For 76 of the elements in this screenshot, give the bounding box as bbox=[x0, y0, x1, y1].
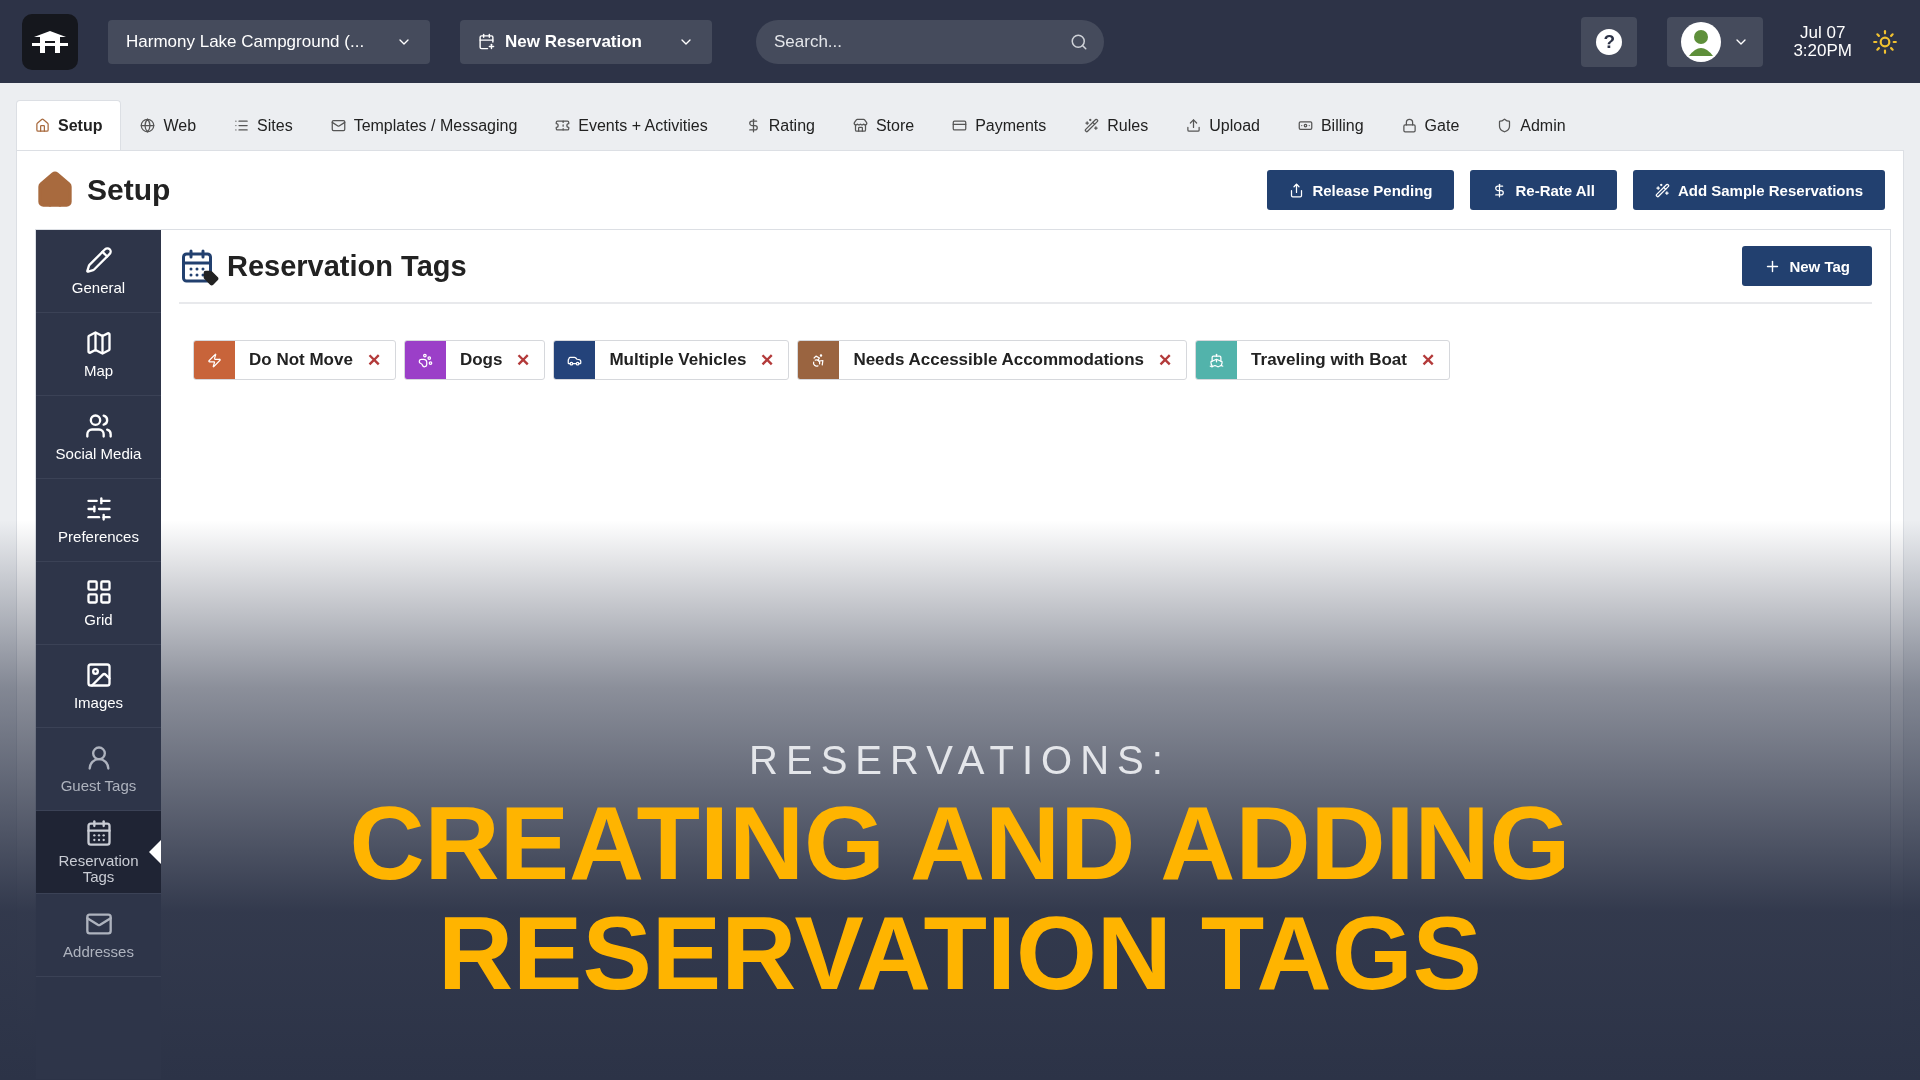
tab[interactable]: Rules bbox=[1065, 100, 1168, 150]
remove-button[interactable]: ✕ bbox=[760, 349, 789, 371]
new-tag-button[interactable]: New Tag bbox=[1742, 246, 1872, 286]
date-time: Jul 07 3:20PM bbox=[1793, 23, 1852, 60]
map-icon bbox=[84, 329, 113, 357]
grid-icon bbox=[84, 578, 113, 606]
tab[interactable]: Rating bbox=[726, 100, 834, 150]
calendar-plus-icon bbox=[478, 33, 495, 50]
remove-button[interactable]: ✕ bbox=[1420, 349, 1449, 371]
action-button[interactable]: Release Pending bbox=[1267, 170, 1455, 210]
title-line: RESERVATION TAGS bbox=[438, 903, 1482, 1003]
tab[interactable]: Web bbox=[121, 100, 216, 150]
store-icon bbox=[852, 118, 868, 133]
tab[interactable]: Templates / Messaging bbox=[311, 100, 537, 150]
wand-icon bbox=[1654, 182, 1670, 198]
sidebar-item[interactable]: Preferences bbox=[36, 479, 161, 562]
access-icon bbox=[811, 352, 827, 368]
pencil-icon bbox=[84, 246, 113, 274]
action-button[interactable]: Add Sample Reservations bbox=[1632, 170, 1885, 210]
selection-pointer bbox=[149, 840, 161, 864]
campground-select[interactable]: Harmony Lake Campground (... bbox=[108, 19, 430, 64]
sun-icon[interactable] bbox=[1872, 28, 1898, 55]
avatar-icon bbox=[1681, 21, 1722, 62]
tag-label: Dogs bbox=[458, 350, 504, 370]
remove-button[interactable]: ✕ bbox=[1158, 349, 1187, 371]
logo[interactable] bbox=[22, 13, 78, 70]
tab[interactable]: Payments bbox=[933, 100, 1066, 150]
ticket-icon bbox=[555, 118, 571, 133]
tab[interactable]: Billing bbox=[1278, 100, 1383, 150]
sidebar-item[interactable]: Reservation Tags bbox=[36, 811, 161, 894]
list-icon bbox=[234, 118, 250, 133]
tab[interactable]: Sites bbox=[215, 100, 312, 150]
tab[interactable]: Events + Activities bbox=[536, 100, 727, 150]
tab[interactable]: Setup bbox=[16, 100, 122, 150]
paw-icon bbox=[417, 352, 433, 368]
help-button[interactable]: ? bbox=[1581, 16, 1638, 67]
bolt-icon bbox=[207, 352, 222, 368]
mail-icon bbox=[330, 118, 346, 133]
tab[interactable]: Upload bbox=[1167, 100, 1279, 150]
tag-label: Do Not Move bbox=[248, 350, 354, 370]
panel-title: Reservation Tags bbox=[227, 249, 468, 283]
action-button[interactable]: Re-Rate All bbox=[1470, 170, 1617, 210]
subtitle: RESERVATIONS: bbox=[749, 738, 1171, 783]
lock-icon bbox=[1401, 118, 1417, 133]
sliders-icon bbox=[84, 495, 113, 523]
bill-icon bbox=[1297, 118, 1313, 133]
sidebar-item[interactable]: Addresses bbox=[36, 894, 161, 977]
ship-icon bbox=[1209, 352, 1225, 368]
sidebar-item[interactable]: Grid bbox=[36, 562, 161, 645]
image-icon bbox=[84, 661, 113, 689]
sidebar-item[interactable]: Images bbox=[36, 645, 161, 728]
shield-icon bbox=[1497, 118, 1513, 133]
new-reservation-button[interactable]: New Reservation bbox=[460, 19, 712, 64]
tag-label: Multiple Vehicles bbox=[608, 350, 748, 370]
wand-icon bbox=[1084, 118, 1100, 133]
upload-icon bbox=[1186, 118, 1202, 133]
search-icon bbox=[1070, 32, 1088, 51]
title-line: CREATING AND ADDING bbox=[349, 793, 1571, 893]
tag-label: Traveling with Boat bbox=[1250, 350, 1408, 370]
remove-button[interactable]: ✕ bbox=[516, 349, 545, 371]
tab[interactable]: Gate bbox=[1382, 100, 1479, 150]
search-field[interactable]: Search... bbox=[756, 19, 1104, 64]
page-title: Setup bbox=[87, 173, 172, 207]
remove-button[interactable]: ✕ bbox=[366, 349, 395, 371]
share-icon bbox=[1289, 182, 1305, 198]
users-icon bbox=[84, 412, 113, 440]
sidebar-item[interactable]: General bbox=[36, 230, 161, 313]
sidebar-item[interactable]: Map bbox=[36, 313, 161, 396]
globe-icon bbox=[140, 118, 156, 133]
user-menu-button[interactable] bbox=[1667, 16, 1764, 67]
tab[interactable]: Store bbox=[833, 100, 934, 150]
tab[interactable]: Admin bbox=[1478, 100, 1585, 150]
help-text: ? bbox=[1596, 28, 1623, 55]
tag-label: Needs Accessible Accommodations bbox=[852, 350, 1146, 370]
card-icon bbox=[952, 118, 968, 133]
sidebar-item[interactable]: Social Media bbox=[36, 396, 161, 479]
